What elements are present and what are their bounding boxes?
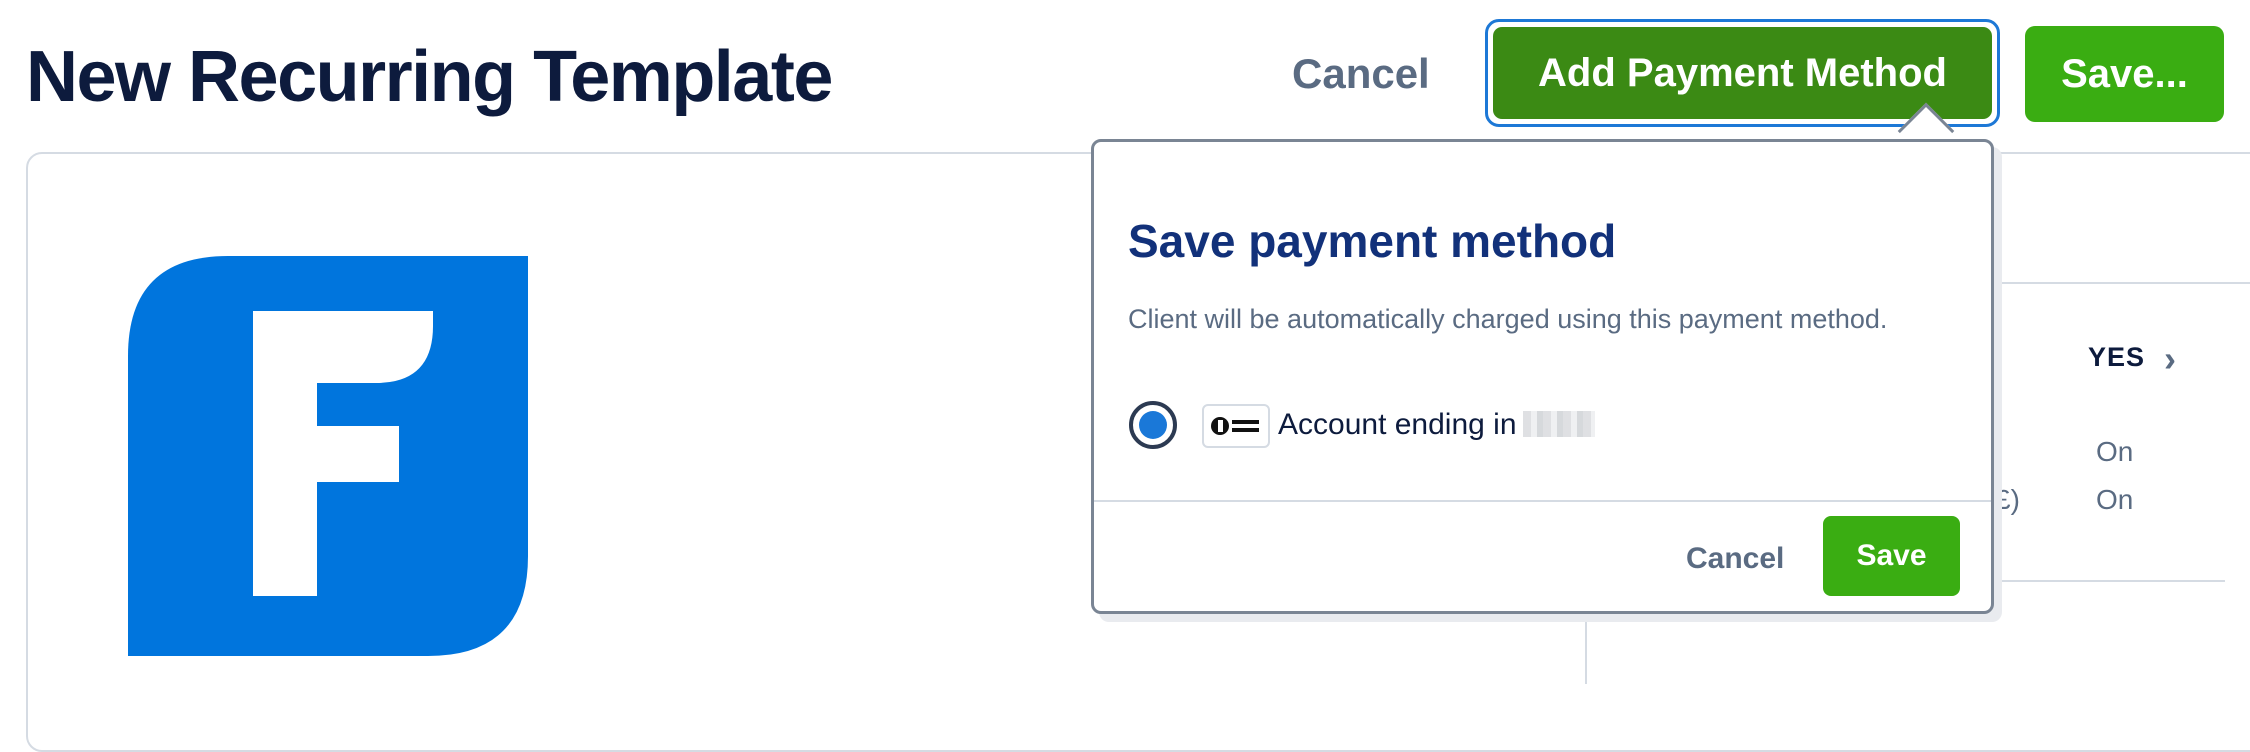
- freshbooks-logo-icon: [128, 256, 528, 656]
- save-payment-method-popover: Save payment method Client will be autom…: [1091, 139, 1994, 614]
- cancel-button[interactable]: Cancel: [1292, 50, 1430, 98]
- auto-payments-value: YES: [2088, 342, 2146, 372]
- popover-title: Save payment method: [1128, 215, 1617, 267]
- page-title: New Recurring Template: [26, 37, 833, 117]
- setting-status: On: [2096, 436, 2134, 467]
- popover-description: Client will be automatically charged usi…: [1128, 304, 1888, 334]
- setting-status: On: [2096, 484, 2134, 515]
- masked-account-digits: [1522, 411, 1595, 437]
- payment-method-radio[interactable]: [1129, 401, 1177, 449]
- save-template-button[interactable]: Save...: [2025, 26, 2224, 122]
- popover-save-button[interactable]: Save: [1823, 516, 1960, 596]
- account-ending-text: Account ending in: [1278, 408, 1595, 442]
- popover-cancel-button[interactable]: Cancel: [1686, 542, 1784, 576]
- add-payment-method-button[interactable]: Add Payment Method: [1493, 27, 1992, 119]
- divider: [1094, 500, 1991, 502]
- direct-debit-icon: [1202, 404, 1270, 448]
- radio-selected-dot: [1139, 411, 1167, 439]
- account-label: Account ending in: [1278, 408, 1517, 441]
- setting-label-fragment: £): [1995, 484, 2020, 515]
- chevron-right-icon[interactable]: ›: [2164, 338, 2176, 380]
